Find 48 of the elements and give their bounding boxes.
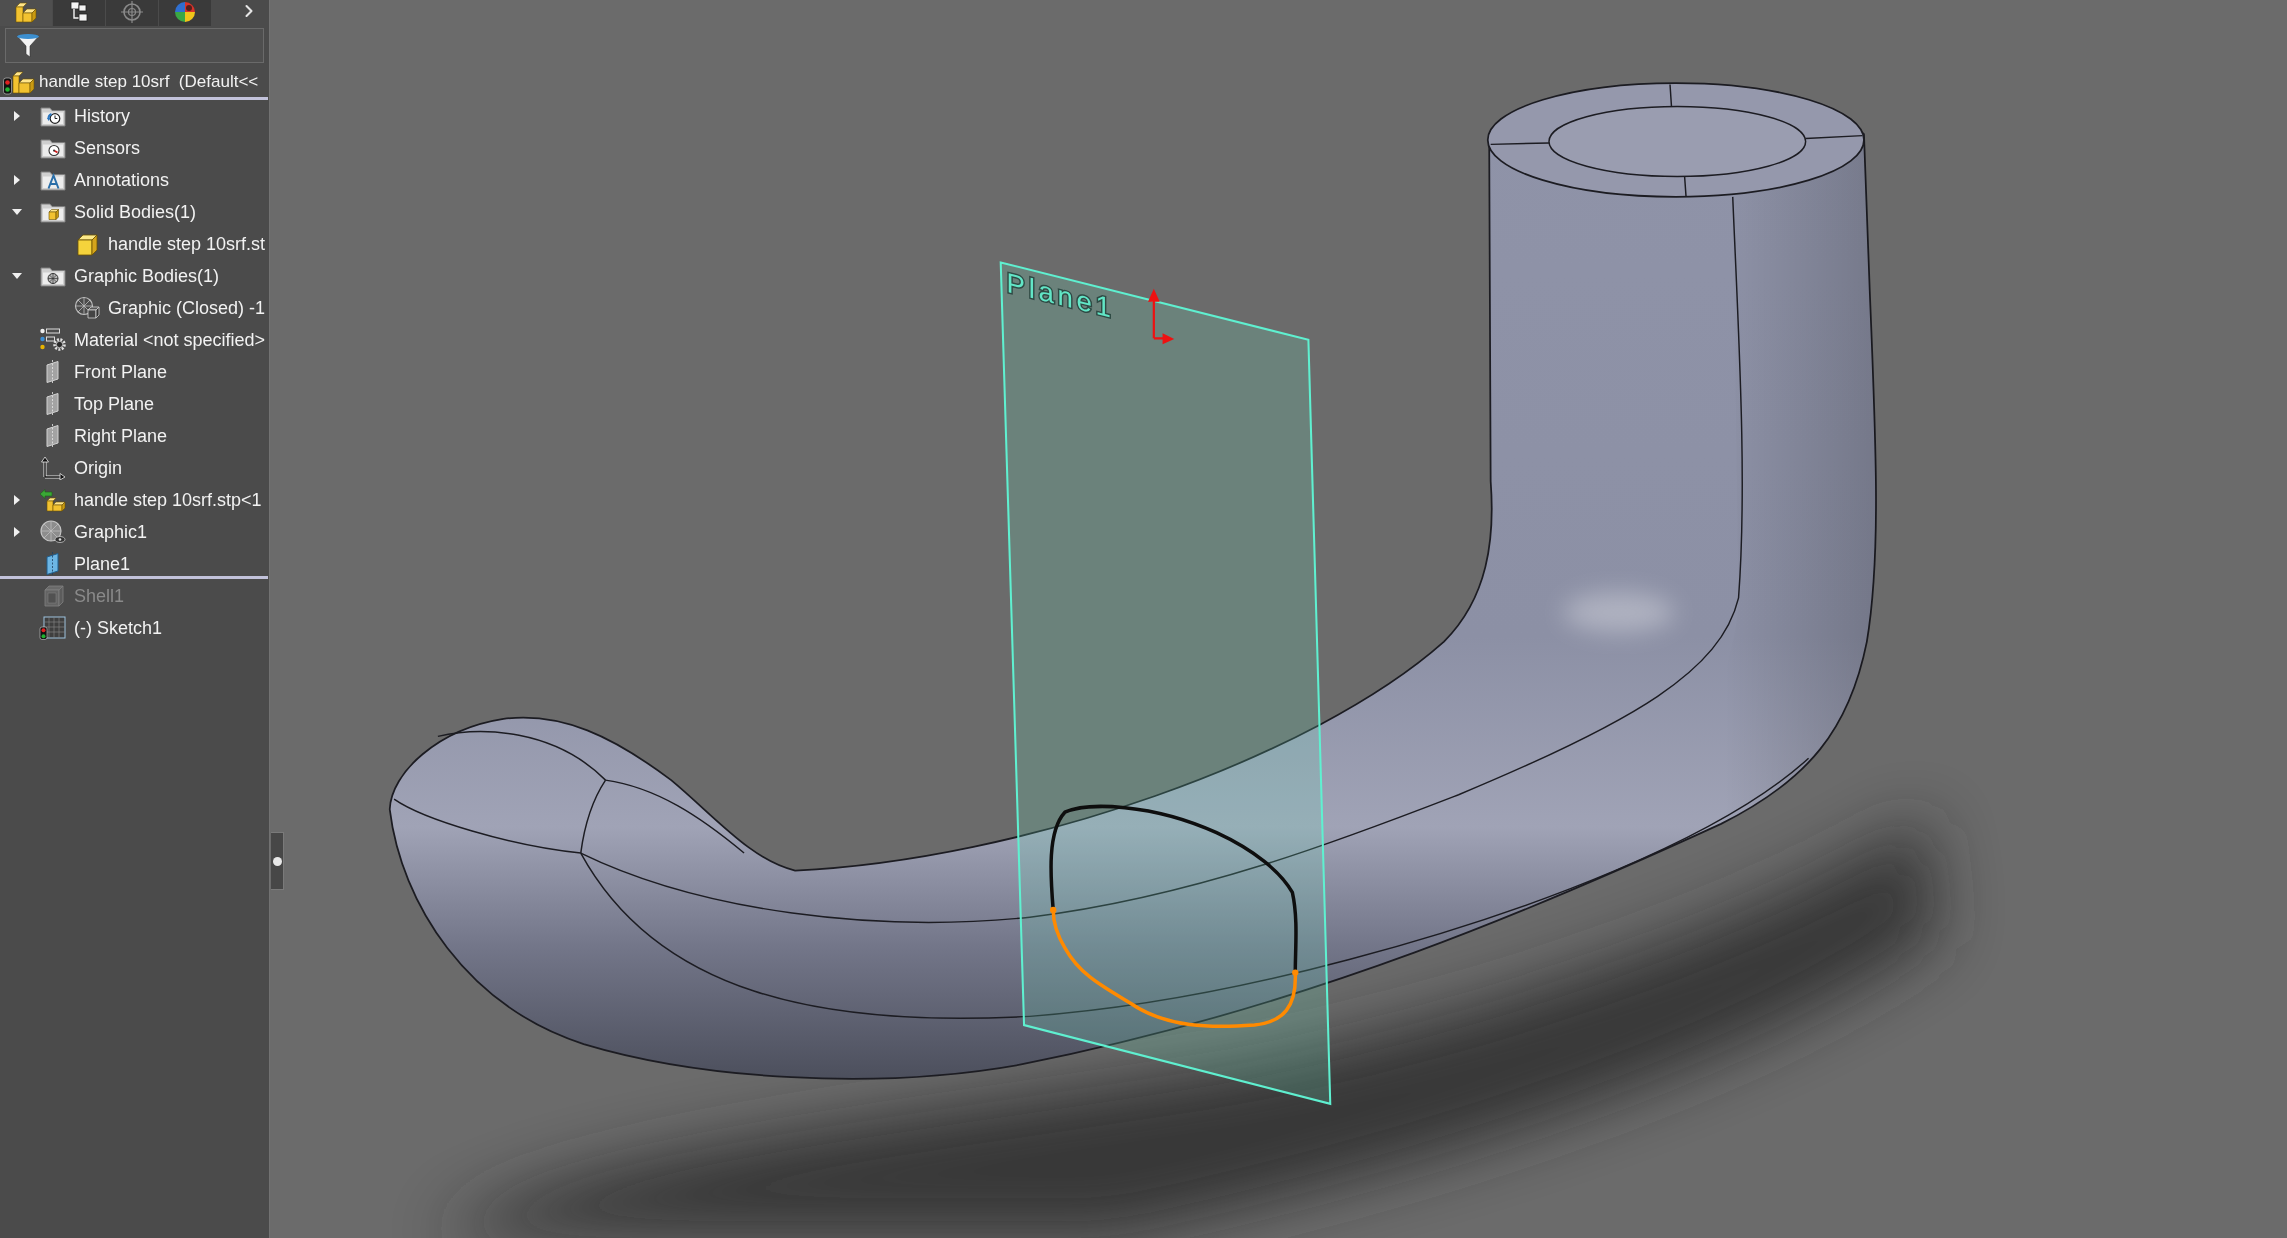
solid-bodies-icon: [38, 200, 68, 224]
expanded-arrow-icon[interactable]: [12, 209, 22, 215]
material-icon: [38, 328, 68, 352]
tree-item-label[interactable]: History: [74, 105, 130, 127]
tree-item-label[interactable]: Origin: [74, 457, 122, 479]
tree-item-label[interactable]: Top Plane: [74, 393, 155, 415]
part-icon: [3, 68, 35, 95]
graphic-body-icon: [72, 296, 102, 320]
color-ball-icon: [173, 1, 197, 23]
graphic-wheel-icon: [38, 520, 68, 544]
origin-axes-icon: [38, 456, 68, 480]
history-icon: [38, 104, 68, 128]
tree-item-label[interactable]: Right Plane: [74, 425, 168, 447]
collapsed-arrow-icon[interactable]: [14, 111, 20, 121]
tree-item-label[interactable]: (-) Sketch1: [74, 617, 163, 639]
tree-item-label[interactable]: Graphic1: [74, 521, 148, 543]
part-icon: [14, 1, 38, 23]
panel-tab[interactable]: [0, 0, 52, 26]
axis-triad-icon: [1148, 288, 1175, 345]
collapsed-arrow-icon[interactable]: [14, 495, 20, 505]
tree-item-label[interactable]: Graphic (Closed) -1: [108, 297, 266, 319]
plane-label: Plane1: [1006, 267, 1115, 325]
expanded-arrow-icon[interactable]: [12, 273, 22, 279]
part-name[interactable]: handle step 10srf (Default<<: [39, 70, 259, 93]
filter-icon: [16, 32, 40, 59]
tree-item-label[interactable]: handle step 10srf.stp<1: [74, 489, 262, 511]
tree-item-label[interactable]: Solid Bodies(1): [74, 201, 197, 223]
panel-collapse-handle[interactable]: [271, 832, 284, 890]
tree-item-label[interactable]: Material <not specified>: [74, 329, 266, 351]
tree-item-label[interactable]: Annotations: [74, 169, 170, 191]
filter-field[interactable]: [5, 28, 264, 63]
collapsed-arrow-icon[interactable]: [14, 175, 20, 185]
tree-structure-icon: [68, 1, 90, 23]
crosshair-icon: [121, 1, 143, 23]
sketch-grid-icon: [38, 616, 68, 640]
tree-item-label[interactable]: Graphic Bodies(1): [74, 265, 220, 287]
part-icon: [38, 488, 68, 512]
annotation-icon: [38, 168, 68, 192]
panel-tab[interactable]: [53, 0, 105, 26]
tree-item-label[interactable]: handle step 10srf.st: [108, 233, 266, 255]
sensor-gauge-icon: [38, 136, 68, 160]
tree-item-label[interactable]: Plane1: [74, 553, 131, 575]
panel-tab[interactable]: [159, 0, 211, 26]
tree-item-label[interactable]: Front Plane: [74, 361, 168, 383]
tree-item-label[interactable]: Sensors: [74, 137, 141, 159]
grip-dot-icon: [272, 856, 282, 866]
collapsed-arrow-icon[interactable]: [14, 527, 20, 537]
graphic-bodies-icon: [38, 264, 68, 288]
